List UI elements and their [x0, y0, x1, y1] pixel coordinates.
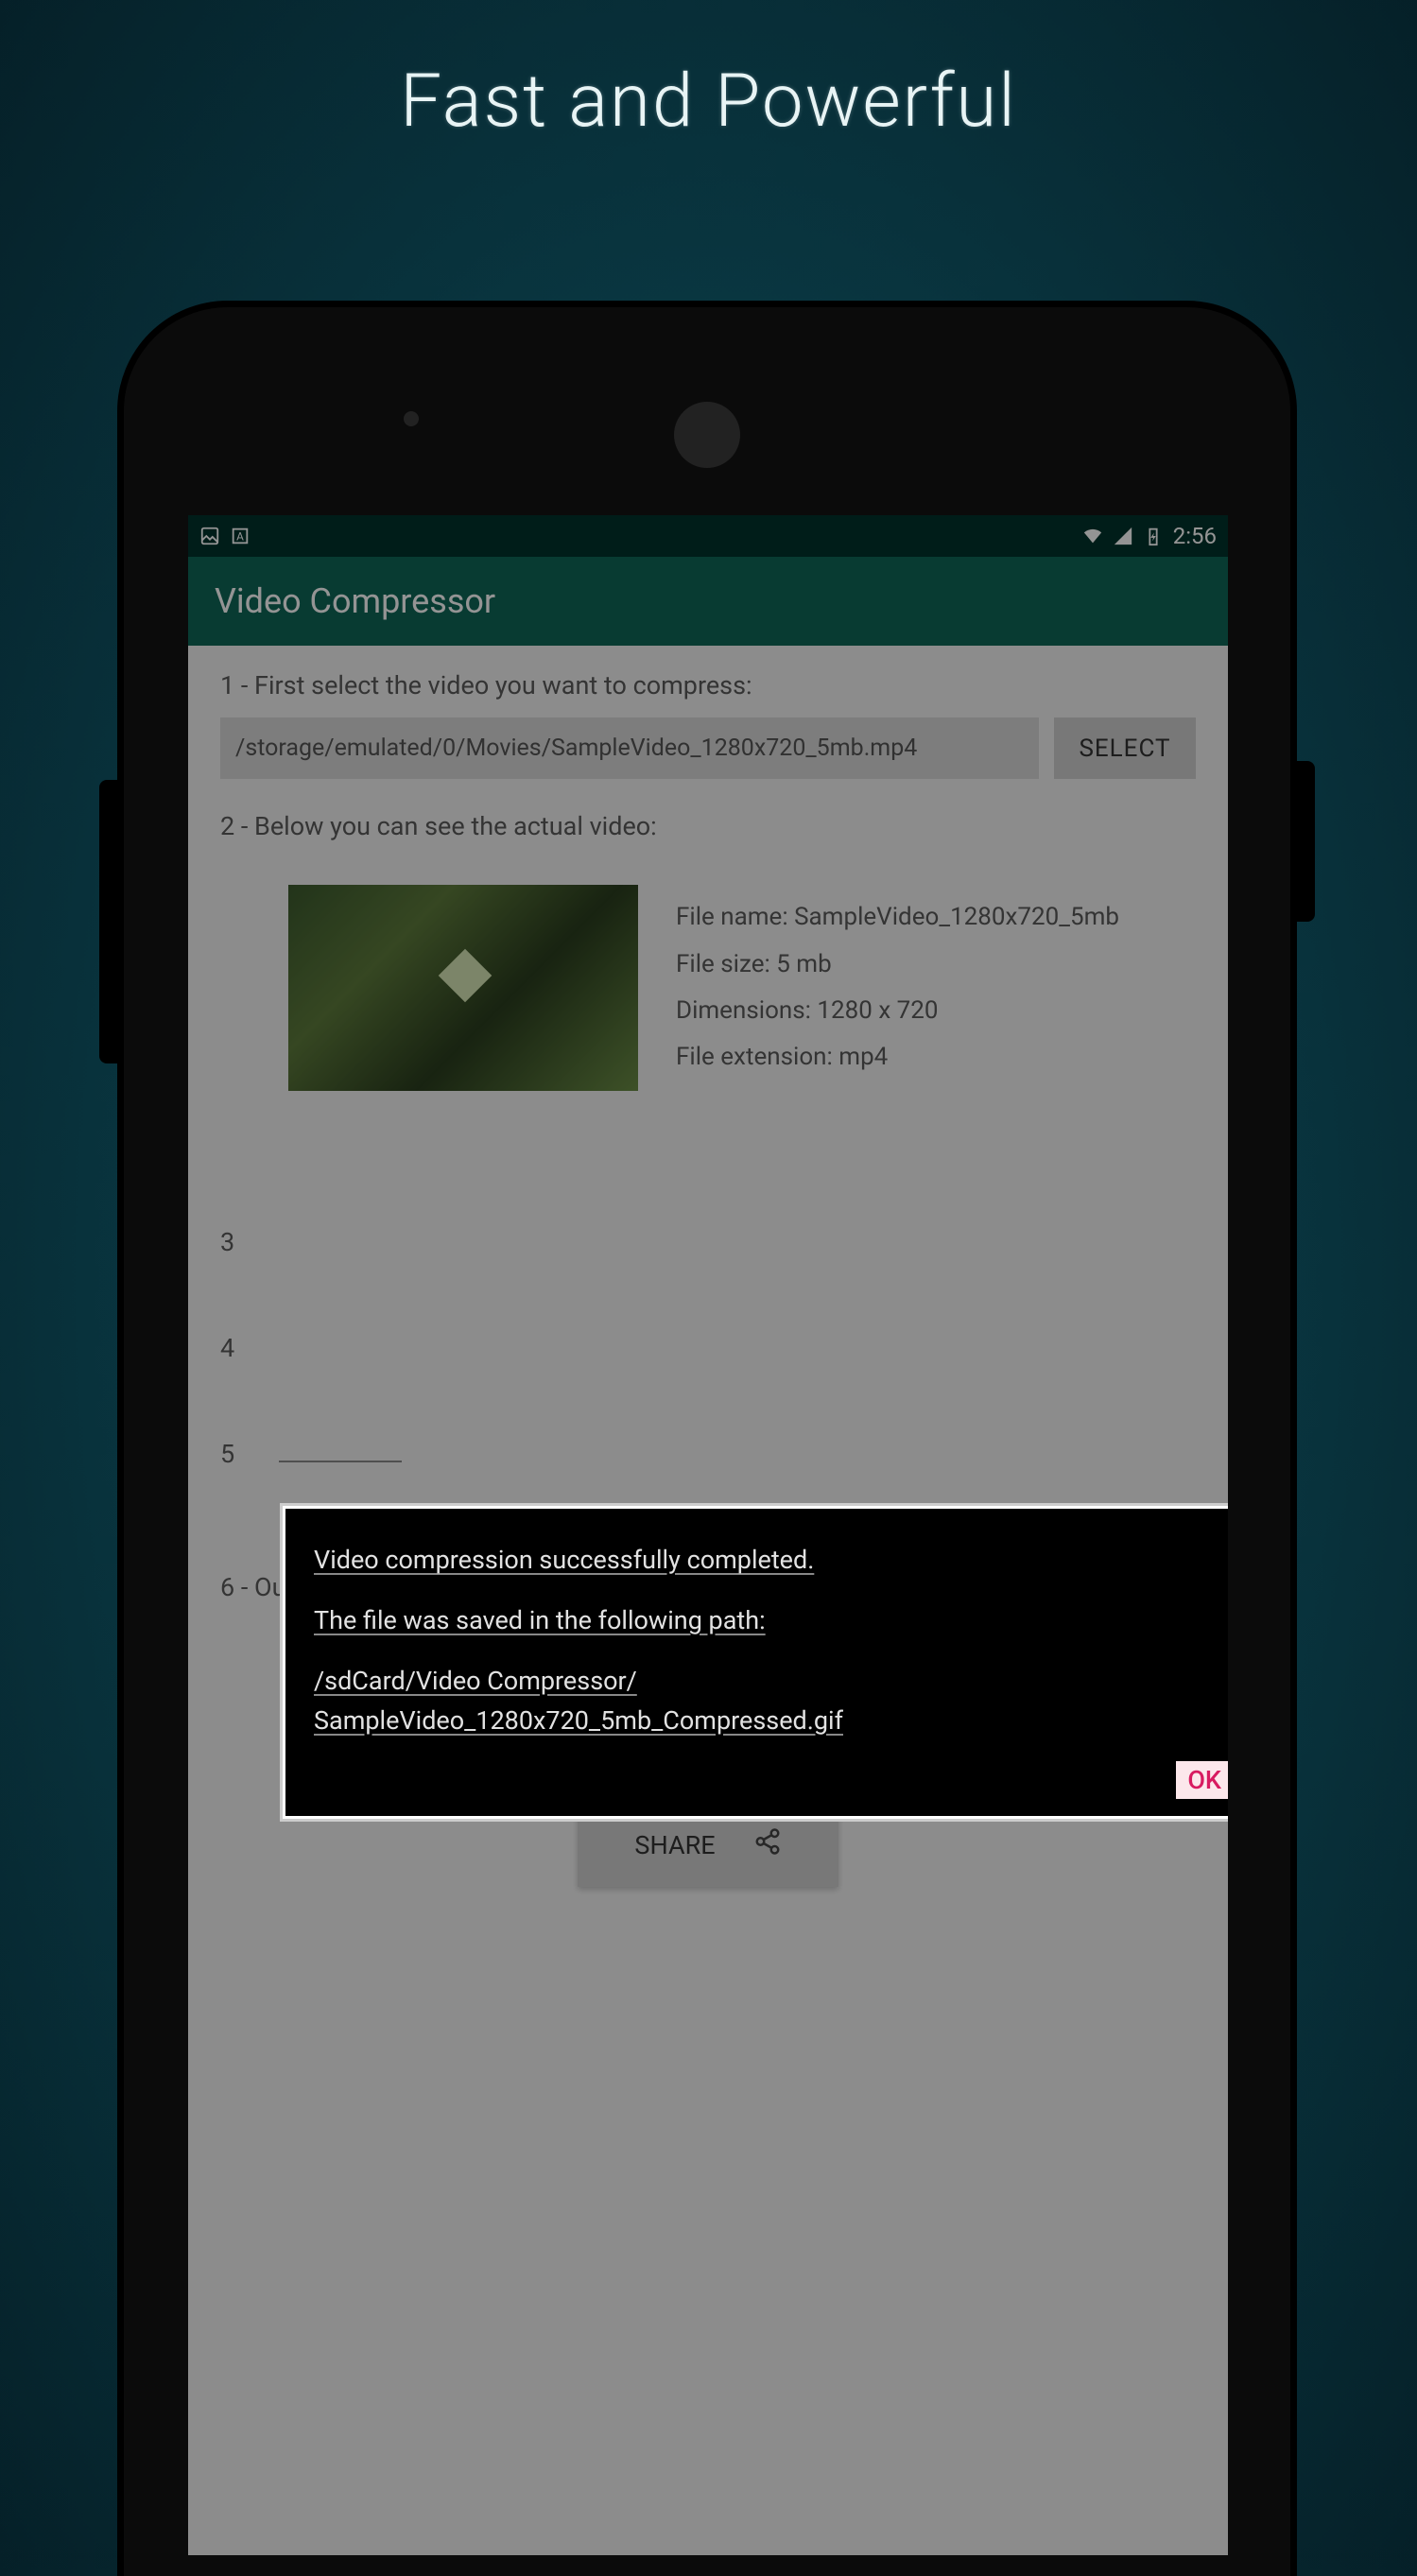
- video-metadata: File name: SampleVideo_1280x720_5mb File…: [676, 894, 1119, 1081]
- app-title: Video Compressor: [215, 581, 495, 621]
- completion-dialog: Video compression successfully completed…: [283, 1506, 1228, 1819]
- step-5-partial: 5: [220, 1439, 1196, 1469]
- dialog-message-1: Video compression successfully completed…: [314, 1541, 1228, 1581]
- dialog-ok-button[interactable]: OK: [1176, 1761, 1228, 1799]
- battery-charging-icon: [1143, 526, 1164, 546]
- image-notification-icon: [199, 526, 220, 546]
- cell-signal-icon: [1113, 526, 1133, 546]
- phone-power-button: [1290, 761, 1315, 922]
- video-thumbnail[interactable]: [288, 885, 638, 1091]
- step-5-input-underline[interactable]: [279, 1461, 402, 1462]
- dialog-message-2: The file was saved in the following path…: [314, 1601, 1228, 1641]
- step-2-label: 2 - Below you can see the actual video:: [220, 811, 1196, 841]
- share-icon: [753, 1827, 782, 1862]
- status-bar: A 2:56: [188, 515, 1228, 557]
- step-1: 1 - First select the video you want to c…: [220, 670, 1196, 779]
- phone-sensor: [404, 411, 419, 426]
- svg-text:A: A: [236, 530, 244, 544]
- dialog-output-folder: /sdCard/Video Compressor/: [314, 1662, 1228, 1702]
- step-4-partial: 4: [220, 1333, 1196, 1363]
- step-1-label: 1 - First select the video you want to c…: [220, 670, 1196, 700]
- meta-extension: File extension: mp4: [676, 1034, 1119, 1081]
- select-file-button[interactable]: SELECT: [1054, 717, 1196, 779]
- promo-title: Fast and Powerful: [0, 0, 1417, 145]
- meta-filename: File name: SampleVideo_1280x720_5mb: [676, 894, 1119, 941]
- step-3-partial: 3: [220, 1227, 1196, 1257]
- meta-dimensions: Dimensions: 1280 x 720: [676, 988, 1119, 1034]
- phone-frame: A 2:56 Video Compressor 1 - Fir: [124, 307, 1290, 2576]
- step-2: 2 - Below you can see the actual video: …: [220, 811, 1196, 1091]
- phone-speaker: [674, 402, 740, 468]
- app-bar: Video Compressor: [188, 557, 1228, 646]
- phone-volume-rocker: [99, 780, 124, 1063]
- status-time: 2:56: [1173, 523, 1217, 549]
- meta-filesize: File size: 5 mb: [676, 942, 1119, 988]
- dialog-output-filename: SampleVideo_1280x720_5mb_Compressed.gif: [314, 1702, 1228, 1741]
- phone-screen: A 2:56 Video Compressor 1 - Fir: [188, 515, 1228, 2555]
- share-button-label: SHARE: [634, 1830, 715, 1860]
- app-notification-icon: A: [230, 526, 251, 546]
- wifi-icon: [1082, 526, 1103, 546]
- file-path-display: /storage/emulated/0/Movies/SampleVideo_1…: [220, 717, 1039, 779]
